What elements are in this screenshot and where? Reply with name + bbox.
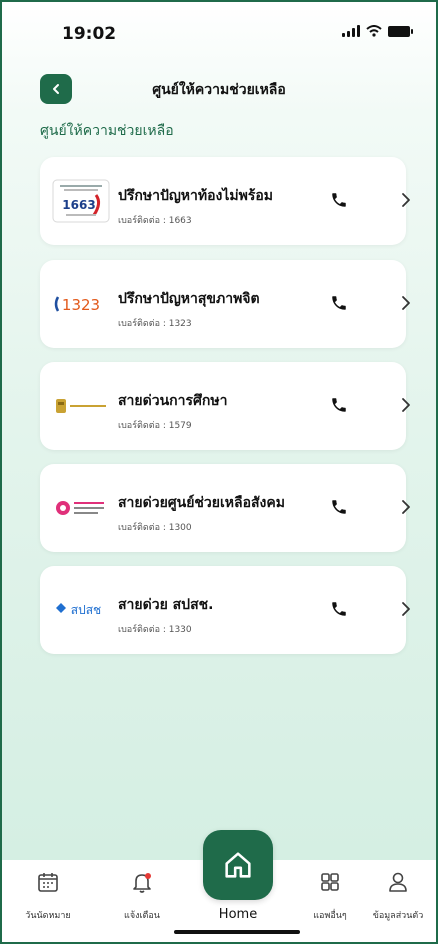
nav-item-profile[interactable]: ข้อมูลส่วนตัว xyxy=(358,860,436,922)
helpline-logo-1663: 1663 xyxy=(52,175,110,227)
helpline-name: สายด่วนการศึกษา xyxy=(118,393,228,409)
helpline-logo-1323: 1323 xyxy=(52,278,110,330)
phone-icon[interactable] xyxy=(330,600,348,618)
logo-text: สปสช xyxy=(71,603,101,617)
helpline-name: สายด่วย สปสช. xyxy=(118,597,214,613)
user-icon xyxy=(389,872,407,892)
helpline-card-1300[interactable]: สายด่วยศูนย์ช่วยเหลือสังคม เบอร์ติดต่อ :… xyxy=(40,464,410,552)
helpline-name: ปรึกษาปัญหาสุขภาพจิต xyxy=(118,291,260,307)
app-screen: 19:02 ศูนย์ให้ความช่วยเหลือ ศูนย์ให้ความ… xyxy=(0,0,438,944)
helpline-phone: เบอร์ติดต่อ : 1330 xyxy=(118,625,192,635)
status-icons xyxy=(342,25,413,37)
helpline-card-1663[interactable]: 1663 ปรึกษาปัญหาท้องไม่พร้อม เบอร์ติดต่อ… xyxy=(40,157,410,245)
nav-label-notifications: แจ้งเตือน xyxy=(124,911,160,921)
nav-label-appointments: วันนัดหมาย xyxy=(25,911,71,921)
chevron-right-icon[interactable] xyxy=(396,497,416,517)
phone-icon[interactable] xyxy=(330,396,348,414)
section-title: ศูนย์ให้ความช่วยเหลือ xyxy=(40,123,174,139)
helpline-logo-1330: สปสช xyxy=(52,584,110,636)
helpline-card-1579[interactable]: สายด่วนการศึกษา เบอร์ติดต่อ : 1579 xyxy=(40,362,410,450)
status-time: 19:02 xyxy=(62,24,117,44)
helpline-logo-1300 xyxy=(52,482,110,534)
wifi-icon xyxy=(366,25,382,37)
helpline-phone: เบอร์ติดต่อ : 1663 xyxy=(118,216,192,226)
cellular-signal-icon xyxy=(342,25,360,37)
battery-icon xyxy=(388,25,413,37)
bell-icon xyxy=(133,873,151,893)
home-icon xyxy=(225,852,251,878)
page-title: ศูนย์ให้ความช่วยเหลือ xyxy=(152,82,286,98)
helpline-phone: เบอร์ติดต่อ : 1323 xyxy=(118,319,192,329)
helpline-name: สายด่วยศูนย์ช่วยเหลือสังคม xyxy=(118,495,285,511)
nav-item-notifications[interactable]: แจ้งเตือน xyxy=(102,860,182,922)
grid-icon xyxy=(321,873,339,891)
nav-label-home: Home xyxy=(218,907,258,922)
helpline-logo-1579 xyxy=(52,380,110,432)
home-button[interactable] xyxy=(203,830,273,900)
phone-icon[interactable] xyxy=(330,294,348,312)
home-indicator xyxy=(174,930,300,934)
helpline-phone: เบอร์ติดต่อ : 1300 xyxy=(118,523,192,533)
chevron-right-icon[interactable] xyxy=(396,395,416,415)
nav-label-profile: ข้อมูลส่วนตัว xyxy=(372,911,424,921)
helpline-card-1323[interactable]: 1323 ปรึกษาปัญหาสุขภาพจิต เบอร์ติดต่อ : … xyxy=(40,260,410,348)
nav-item-appointments[interactable]: วันนัดหมาย xyxy=(8,860,88,922)
chevron-right-icon[interactable] xyxy=(396,190,416,210)
chevron-right-icon[interactable] xyxy=(396,293,416,313)
logo-number-text: 1323 xyxy=(62,296,100,314)
helpline-phone: เบอร์ติดต่อ : 1579 xyxy=(118,421,192,431)
logo-number-text: 1663 xyxy=(62,198,95,212)
helpline-card-1330[interactable]: สปสช สายด่วย สปสช. เบอร์ติดต่อ : 1330 xyxy=(40,566,410,654)
helpline-name: ปรึกษาปัญหาท้องไม่พร้อม xyxy=(118,188,274,204)
calendar-icon xyxy=(38,873,58,892)
phone-icon[interactable] xyxy=(330,191,348,209)
chevron-right-icon[interactable] xyxy=(396,599,416,619)
page-header: ศูนย์ให้ความช่วยเหลือ xyxy=(2,72,436,106)
status-bar: 19:02 xyxy=(2,2,436,60)
phone-icon[interactable] xyxy=(330,498,348,516)
